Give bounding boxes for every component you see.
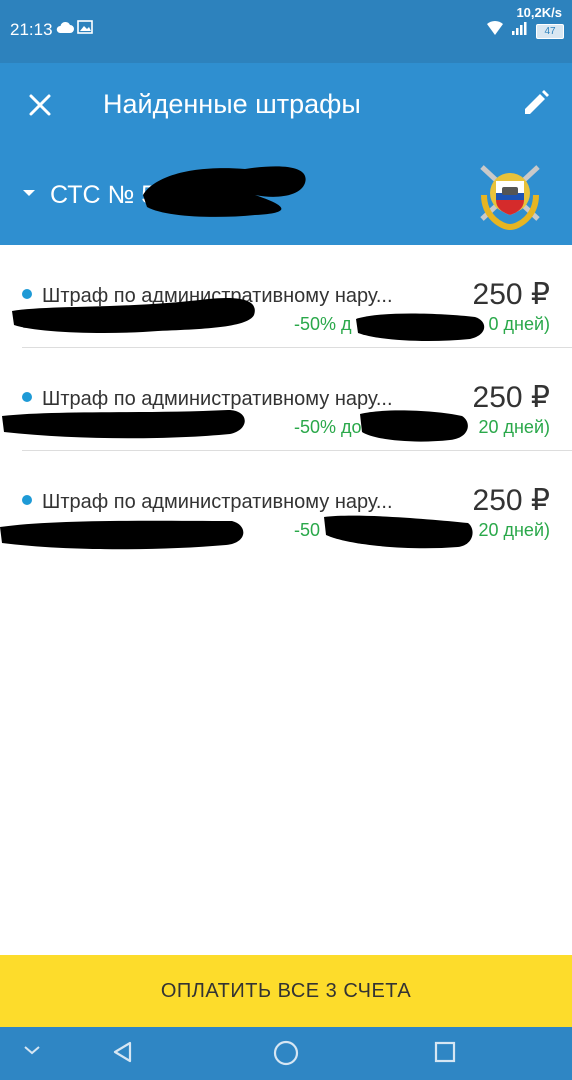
redaction-mark <box>360 410 468 442</box>
fine-discount: -50 <box>294 520 321 540</box>
recents-icon[interactable] <box>432 1039 458 1070</box>
unread-dot <box>22 289 32 299</box>
redaction-mark <box>0 520 244 550</box>
navigation-bar <box>0 1027 572 1080</box>
fine-title: Штраф по административному нару... <box>42 491 393 513</box>
wifi-icon <box>486 20 504 41</box>
status-time: 21:13 <box>10 20 53 39</box>
redaction-mark <box>143 166 306 217</box>
caret-down-icon <box>23 190 35 196</box>
image-icon <box>77 20 93 39</box>
pay-all-button[interactable]: ОПЛАТИТЬ ВСЕ 3 СЧЕТА <box>0 955 572 1027</box>
fine-discount-days: 20 дней) <box>478 417 550 437</box>
pencil-icon <box>525 90 549 114</box>
net-speed: 10,2K/s <box>516 5 562 20</box>
unread-dot <box>22 392 32 402</box>
chevron-down-icon[interactable] <box>22 1043 42 1062</box>
status-bar: 21:13 10,2K/s 47 <box>0 0 572 63</box>
fine-discount: -50% до <box>294 417 362 437</box>
fine-discount-days: 0 дней) <box>488 314 550 334</box>
fine-price: 250 ₽ <box>472 484 550 517</box>
fine-item[interactable]: Штраф по административному нару... 250 ₽… <box>2 348 572 451</box>
fine-title: Штраф по административному нару... <box>42 388 393 410</box>
page-title: Найденные штрафы <box>103 89 361 119</box>
redaction-mark <box>324 515 473 549</box>
close-icon <box>29 94 51 116</box>
fine-discount: -50% д <box>294 314 352 334</box>
cloud-icon <box>56 20 74 39</box>
signal-icon <box>511 20 527 41</box>
unread-dot <box>22 495 32 505</box>
gibdd-emblem <box>472 155 548 231</box>
battery-icon: 47 <box>536 24 564 39</box>
back-icon[interactable] <box>110 1039 136 1070</box>
fine-date: 18 <box>22 315 40 332</box>
fine-discount-days: 20 дней) <box>478 520 550 540</box>
fine-price: 250 ₽ <box>472 381 550 414</box>
edit-button[interactable] <box>518 85 554 121</box>
redaction-mark <box>356 313 485 341</box>
fine-item[interactable]: Штраф по административному нару... 250 ₽… <box>0 451 572 553</box>
close-button[interactable] <box>22 87 58 123</box>
fines-list: Штраф по административному нару... 250 ₽… <box>0 245 572 553</box>
app-bar: Найденные штрафы СТС № 5 <box>0 63 572 245</box>
fine-item[interactable]: Штраф по административному нару... 250 ₽… <box>12 245 572 348</box>
fine-price: 250 ₽ <box>472 278 550 311</box>
cts-label: СТС № 5 <box>50 181 156 209</box>
home-icon[interactable] <box>272 1039 300 1072</box>
fine-title: Штраф по административному нару... <box>42 285 393 307</box>
